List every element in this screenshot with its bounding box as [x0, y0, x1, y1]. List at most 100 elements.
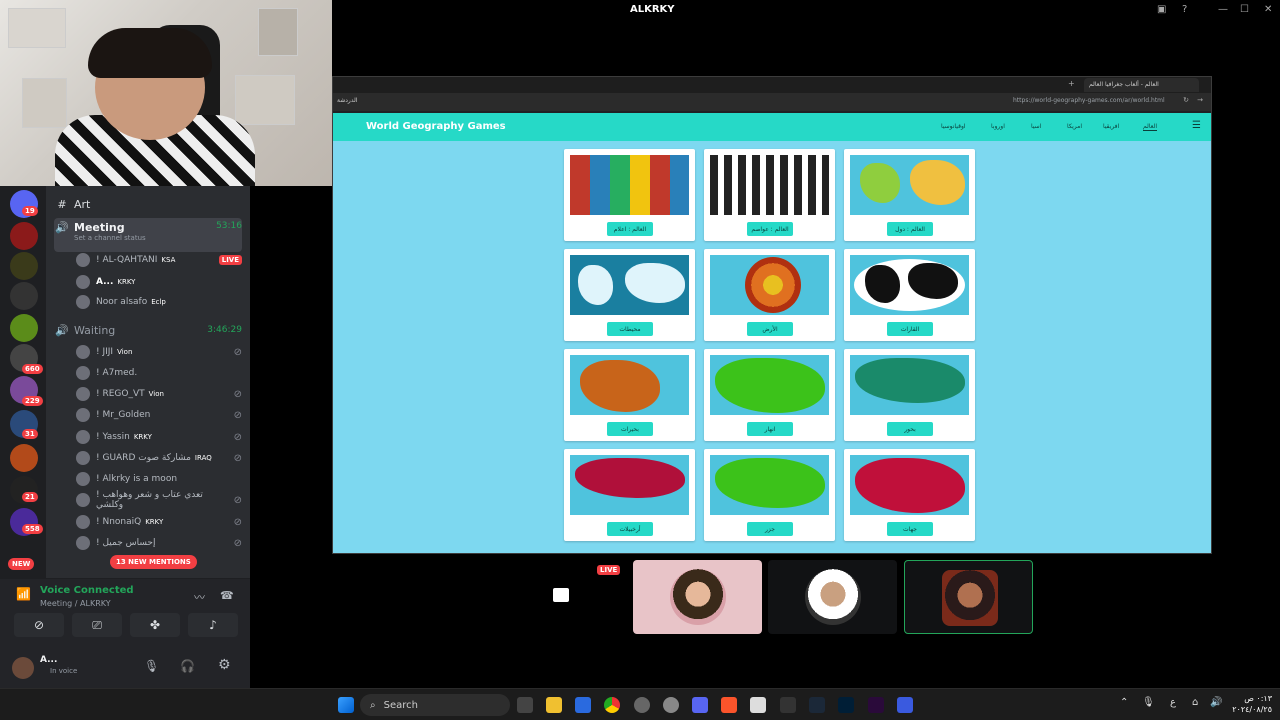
game-button[interactable]: محيطات: [607, 322, 653, 336]
forward-icon[interactable]: →: [1197, 96, 1203, 104]
server-icon[interactable]: [10, 282, 38, 310]
headphones-icon[interactable]: 🎧: [180, 659, 195, 673]
game-button[interactable]: بحور: [887, 422, 933, 436]
task-view-icon[interactable]: [517, 697, 533, 713]
chrome-icon[interactable]: [604, 697, 620, 713]
game-card[interactable]: جهات: [844, 449, 975, 541]
nav-item[interactable]: افريقيا: [1103, 123, 1119, 130]
voice-member[interactable]: ! Yassin KRKY ⊘: [76, 427, 242, 447]
game-button[interactable]: أرخبيلات: [607, 522, 653, 536]
discord-icon[interactable]: [692, 697, 708, 713]
voice-channel[interactable]: Meeting / ALKRKY: [40, 599, 111, 608]
voice-member[interactable]: ! AL-QAHTANI KSA LIVE: [76, 250, 242, 270]
participant-tile[interactable]: [768, 560, 897, 634]
participant-tile[interactable]: [904, 560, 1033, 634]
channel-art[interactable]: # Art: [54, 194, 242, 214]
game-card[interactable]: العالم : اعلام: [564, 149, 695, 241]
search-input[interactable]: ⌕ Search: [360, 694, 510, 716]
game-button[interactable]: القارات: [887, 322, 933, 336]
store-icon[interactable]: [575, 697, 591, 713]
game-card[interactable]: بحيرات: [564, 349, 695, 441]
disconnect-icon[interactable]: ☎: [220, 589, 234, 602]
file-explorer-icon[interactable]: [546, 697, 562, 713]
app-icon[interactable]: [634, 697, 650, 713]
chevron-up-icon[interactable]: ⌃: [1120, 697, 1128, 708]
nav-item[interactable]: العالم: [1143, 123, 1158, 131]
site-logo[interactable]: World Geography Games: [366, 121, 506, 132]
browser-tab[interactable]: العالم - ألعاب جغرافيا العالم: [1084, 78, 1199, 92]
game-button[interactable]: العالم : دول: [887, 222, 933, 236]
game-card[interactable]: القارات: [844, 249, 975, 341]
app-icon[interactable]: [750, 697, 766, 713]
game-button[interactable]: العالم : عواصم: [747, 222, 793, 236]
voice-member[interactable]: A... KRKY: [76, 272, 242, 292]
premiere-icon[interactable]: [868, 697, 884, 713]
voice-member[interactable]: ! GUARD مشاركة صوت IRAQ ⊘: [76, 448, 242, 468]
game-button[interactable]: الأرض: [747, 322, 793, 336]
inbox-icon[interactable]: ▣: [1157, 4, 1166, 15]
bookmark-label[interactable]: الدردشة: [337, 97, 357, 104]
server-icon[interactable]: [10, 252, 38, 280]
game-card[interactable]: الأرض: [704, 249, 835, 341]
reload-icon[interactable]: ↻: [1183, 96, 1189, 104]
voice-member[interactable]: ! Alkrky is a moon: [76, 469, 242, 489]
game-card[interactable]: بحور: [844, 349, 975, 441]
voice-member[interactable]: ! REGO_VT Vion ⊘: [76, 384, 242, 404]
voice-member[interactable]: Noor alsafo Eclp: [76, 292, 242, 312]
help-icon[interactable]: ?: [1182, 4, 1187, 15]
voice-member[interactable]: ! A7med.: [76, 363, 242, 383]
microphone-icon[interactable]: 🎙: [1142, 697, 1155, 708]
game-button[interactable]: جهات: [887, 522, 933, 536]
noise-suppression-icon[interactable]: 〰: [194, 589, 205, 605]
game-card[interactable]: العالم : دول: [844, 149, 975, 241]
windows-start-icon[interactable]: [338, 697, 354, 713]
screen-share-button[interactable]: ⎚: [72, 613, 122, 637]
minimize-icon[interactable]: —: [1218, 4, 1228, 15]
activities-button[interactable]: ✤: [130, 613, 180, 637]
server-icon[interactable]: [10, 314, 38, 342]
stream-tile[interactable]: LIVE: [497, 560, 626, 634]
volume-icon[interactable]: 🔊: [1210, 697, 1222, 708]
game-button[interactable]: بحيرات: [607, 422, 653, 436]
channel-meeting[interactable]: 🔊 Meeting 53:16 Set a channel status: [54, 218, 242, 252]
new-mentions-button[interactable]: 13 NEW MENTIONS: [110, 555, 197, 569]
network-icon[interactable]: ⌂: [1192, 697, 1198, 708]
channel-waiting[interactable]: 🔊 Waiting 3:46:29: [54, 320, 242, 340]
game-card[interactable]: انهار: [704, 349, 835, 441]
close-icon[interactable]: ✕: [1264, 4, 1272, 15]
server-icon[interactable]: [10, 222, 38, 250]
game-card[interactable]: محيطات: [564, 249, 695, 341]
voice-member[interactable]: ! إحساس جميل ⊘: [76, 533, 242, 553]
server-icon[interactable]: [10, 444, 38, 472]
game-button[interactable]: جزر: [747, 522, 793, 536]
microphone-icon[interactable]: 🎙: [144, 659, 159, 673]
game-button[interactable]: العالم : اعلام: [607, 222, 653, 236]
nav-item[interactable]: اوروبا: [991, 123, 1005, 130]
brave-icon[interactable]: [721, 697, 737, 713]
nav-item[interactable]: اسيا: [1031, 123, 1041, 130]
game-button[interactable]: انهار: [747, 422, 793, 436]
app-icon[interactable]: [897, 697, 913, 713]
participant-tile[interactable]: [633, 560, 762, 634]
menu-icon[interactable]: ☰: [1192, 120, 1201, 131]
game-card[interactable]: العالم : عواصم: [704, 149, 835, 241]
language-indicator[interactable]: ع: [1170, 697, 1176, 708]
gear-icon[interactable]: ⚙: [218, 657, 231, 673]
camera-button[interactable]: ⊘: [14, 613, 64, 637]
voice-member[interactable]: ! Mr_Golden ⊘: [76, 405, 242, 425]
avatar[interactable]: [12, 657, 34, 679]
capcut-icon[interactable]: [780, 697, 796, 713]
game-card[interactable]: أرخبيلات: [564, 449, 695, 541]
url-field[interactable]: https://world-geography-games.com/ar/wor…: [1013, 97, 1165, 104]
voice-member[interactable]: ! تعدي عتاب و شعر وهواهب وكلشي ⊘: [76, 490, 242, 510]
game-card[interactable]: جزر: [704, 449, 835, 541]
voice-member[interactable]: ! NnonaiQ KRKY ⊘: [76, 512, 242, 532]
maximize-icon[interactable]: ☐: [1240, 4, 1249, 15]
nav-item[interactable]: امريكا: [1067, 123, 1082, 130]
system-clock[interactable]: ٠:١٣ ص ٢٠٢٤/٠٨/٢٥: [1232, 693, 1272, 715]
soundboard-button[interactable]: ♪: [188, 613, 238, 637]
new-tab-icon[interactable]: +: [1068, 79, 1075, 88]
nav-item[interactable]: اوقيانوسيا: [941, 123, 966, 130]
photoshop-icon[interactable]: [838, 697, 854, 713]
steam-icon[interactable]: [809, 697, 825, 713]
